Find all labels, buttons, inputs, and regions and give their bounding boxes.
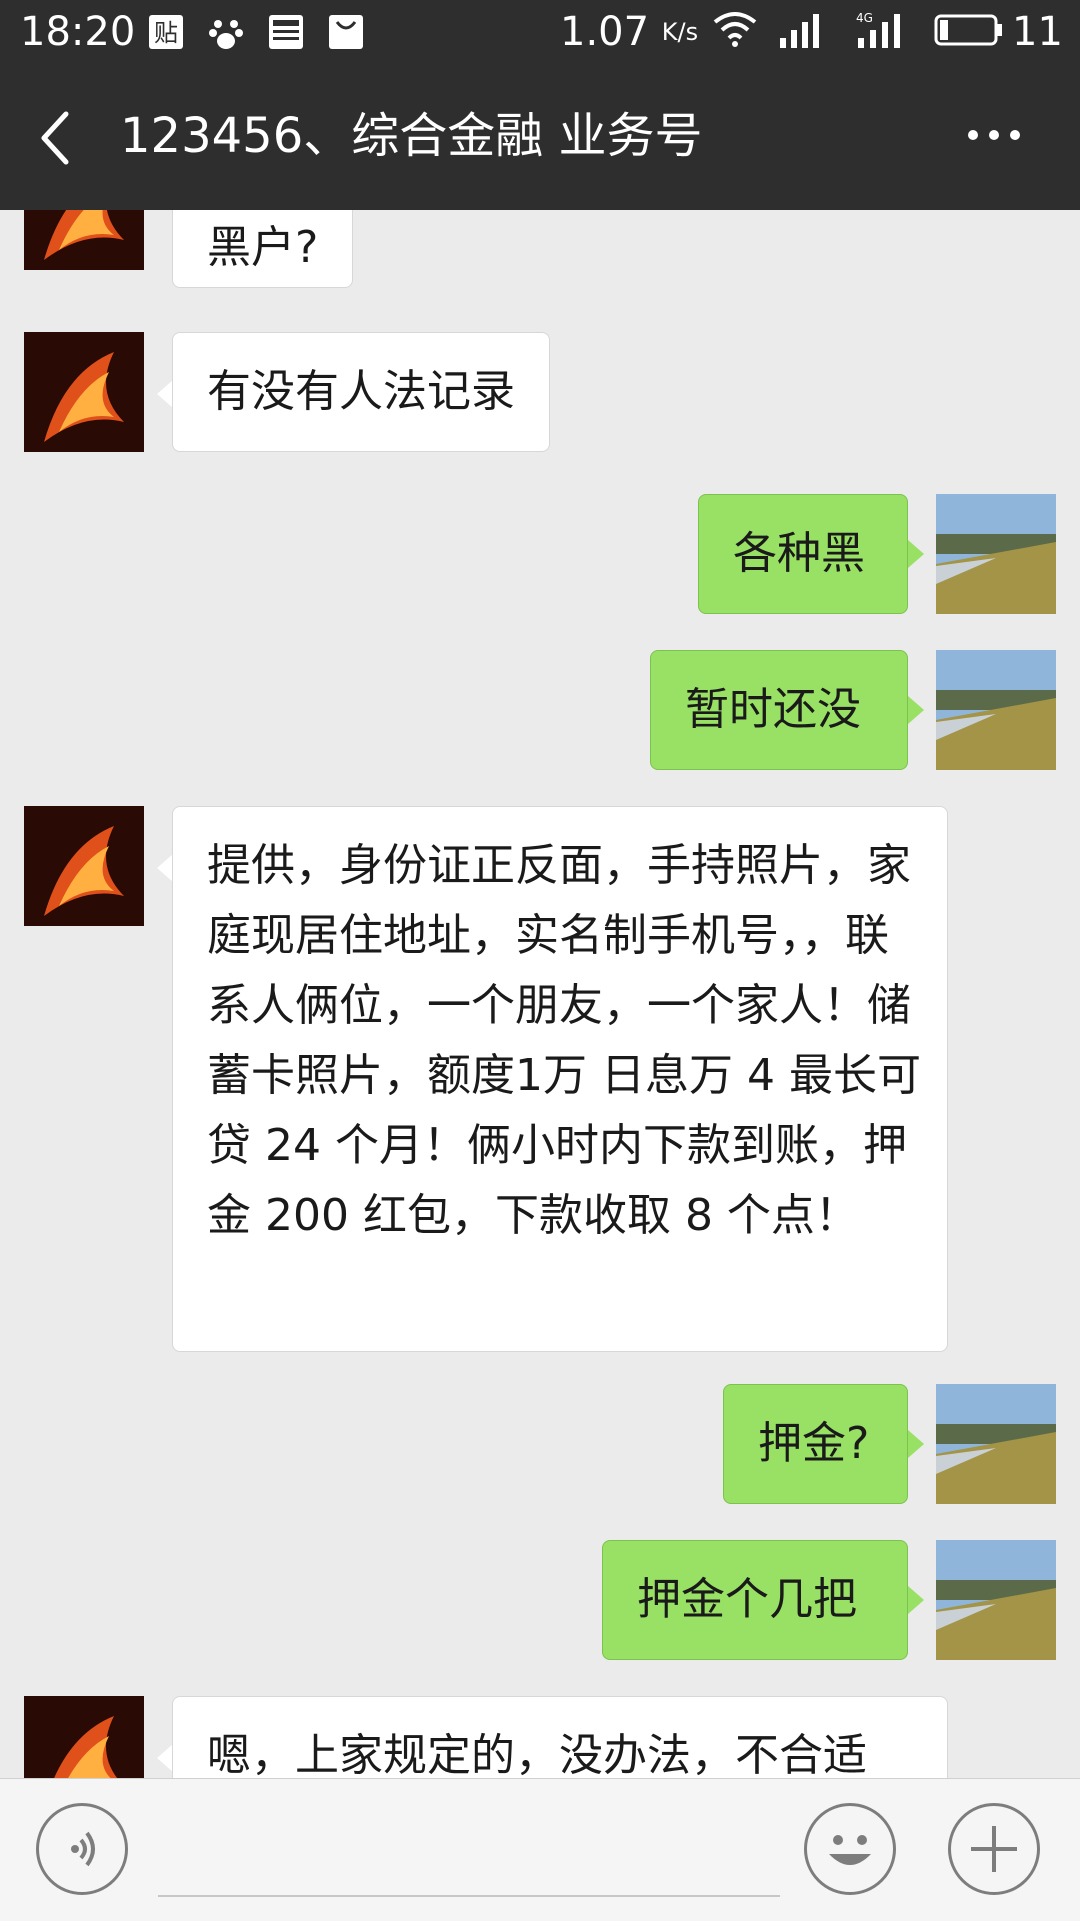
voice-icon[interactable] — [36, 1803, 128, 1895]
message-bubble-received[interactable]: 黑户? — [172, 210, 354, 288]
message-input[interactable] — [158, 1895, 780, 1897]
bubble-tail — [157, 380, 173, 408]
svg-text:贴: 贴 — [154, 19, 178, 47]
chat-title: 123456、综合金融 业务号 — [120, 108, 703, 164]
message-bubble-received[interactable]: 有没有人法记录 — [172, 332, 550, 452]
contact-avatar[interactable] — [24, 1696, 144, 1778]
message-bubble-sent[interactable]: 押金个几把 — [602, 1540, 908, 1660]
contact-avatar[interactable] — [24, 332, 144, 452]
emoji-icon[interactable] — [804, 1803, 896, 1895]
bubble-tail — [908, 696, 924, 724]
battery-icon — [934, 10, 1004, 54]
baidu-paw-icon — [208, 14, 244, 50]
my-avatar[interactable] — [936, 1384, 1056, 1504]
status-time: 18:20 — [20, 9, 136, 55]
my-avatar[interactable] — [936, 494, 1056, 614]
bubble-tail — [157, 854, 173, 882]
plus-icon[interactable] — [948, 1803, 1040, 1895]
message-bubble-sent[interactable]: 各种黑 — [698, 494, 908, 614]
wifi-icon — [712, 10, 758, 54]
message-bubble-sent[interactable]: 暂时还没 — [650, 650, 908, 770]
tieba-icon: 贴 — [148, 14, 184, 50]
network-speed-value: 1.07 — [560, 9, 650, 55]
network-speed: 1.07 K/s — [560, 8, 698, 56]
contact-avatar[interactable] — [24, 210, 144, 270]
bubble-tail — [908, 1430, 924, 1458]
input-bar — [0, 1778, 1080, 1921]
bubble-tail — [908, 1586, 924, 1614]
back-arrow-icon[interactable] — [36, 108, 76, 168]
chat-header: 123456、综合金融 业务号 — [0, 64, 1080, 210]
signal-icon — [778, 10, 824, 54]
status-bar: 18:20 贴 1.07 K/s 4G 11 — [0, 0, 1080, 64]
message-list[interactable]: 黑户? 有没有人法记录 各种黑 暂时还没 提供，身份证正反面，手持照片，家庭现居… — [0, 210, 1080, 1778]
bubble-tail — [908, 540, 924, 568]
my-avatar[interactable] — [936, 1540, 1056, 1660]
message-bubble-received[interactable]: 提供，身份证正反面，手持照片，家庭现居住地址，实名制手机号，，联系人俩位，一个朋… — [172, 806, 948, 1352]
contact-avatar[interactable] — [24, 806, 144, 926]
battery-level: 11 — [1012, 9, 1063, 55]
shopping-bag-icon — [328, 14, 364, 50]
news-icon — [268, 14, 304, 50]
message-bubble-received[interactable]: 嗯，上家规定的，没办法，不合适 — [172, 1696, 948, 1778]
my-avatar[interactable] — [936, 650, 1056, 770]
signal-4g-icon: 4G — [856, 10, 912, 54]
message-bubble-sent[interactable]: 押金? — [723, 1384, 908, 1504]
network-speed-unit: K/s — [661, 18, 699, 46]
svg-text:4G: 4G — [856, 11, 873, 25]
bubble-tail — [157, 1744, 173, 1772]
more-dots-icon[interactable] — [966, 120, 1022, 150]
